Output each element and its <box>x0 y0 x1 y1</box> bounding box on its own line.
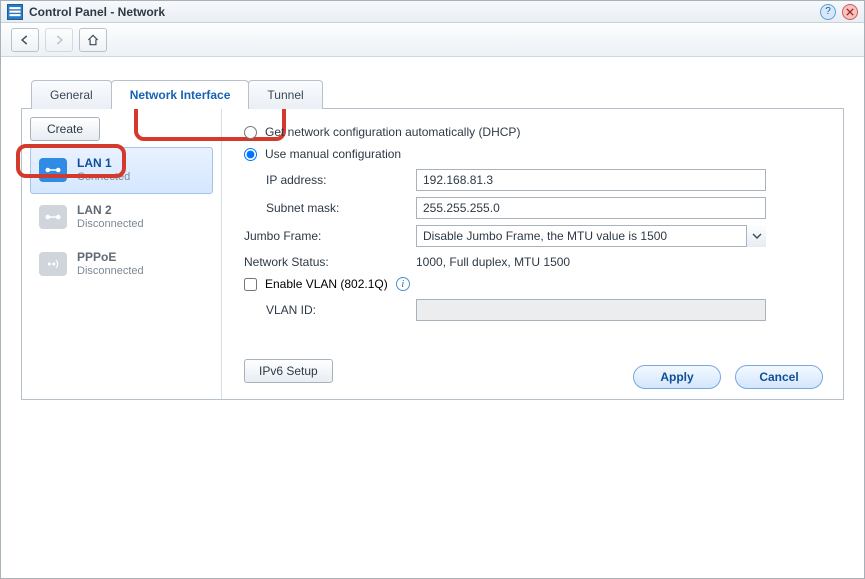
interface-name: PPPoE <box>77 250 144 265</box>
enable-vlan-checkbox[interactable] <box>244 278 257 291</box>
ipv6-setup-button[interactable]: IPv6 Setup <box>244 359 333 383</box>
ip-address-input[interactable] <box>416 169 766 191</box>
interface-text: LAN 2 Disconnected <box>77 203 144 232</box>
left-column: Create LAN 1 Connected <box>22 109 222 399</box>
pppoe-icon <box>39 252 67 276</box>
vlan-id-label: VLAN ID: <box>266 303 416 317</box>
interface-item-lan1[interactable]: LAN 1 Connected <box>30 147 213 194</box>
navbar <box>1 23 864 57</box>
right-column: Get network configuration automatically … <box>222 109 843 399</box>
interface-name: LAN 2 <box>77 203 144 218</box>
radio-manual-input[interactable] <box>244 148 257 161</box>
jumbo-frame-select[interactable]: Disable Jumbo Frame, the MTU value is 15… <box>416 225 766 247</box>
tab-general[interactable]: General <box>31 80 112 109</box>
tab-tunnel[interactable]: Tunnel <box>248 80 322 109</box>
interface-name: LAN 1 <box>77 156 130 171</box>
vlan-id-input <box>416 299 766 321</box>
help-button[interactable]: ? <box>820 4 836 20</box>
jumbo-frame-label: Jumbo Frame: <box>244 229 416 243</box>
titlebar-controls: ? <box>820 4 858 20</box>
jumbo-frame-value: Disable Jumbo Frame, the MTU value is 15… <box>423 229 667 243</box>
create-button[interactable]: Create <box>30 117 100 141</box>
footer-buttons: Apply Cancel <box>633 365 823 389</box>
cancel-button[interactable]: Cancel <box>735 365 823 389</box>
ethernet-icon <box>39 205 67 229</box>
info-icon[interactable]: i <box>396 277 410 291</box>
window: Control Panel - Network ? General Networ… <box>0 0 865 579</box>
radio-dhcp-label: Get network configuration automatically … <box>265 125 520 139</box>
ip-address-label: IP address: <box>266 173 416 187</box>
interface-text: PPPoE Disconnected <box>77 250 144 279</box>
interface-item-lan2[interactable]: LAN 2 Disconnected <box>30 194 213 241</box>
network-status-value: 1000, Full duplex, MTU 1500 <box>416 255 570 269</box>
apply-button[interactable]: Apply <box>633 365 721 389</box>
radio-dhcp[interactable]: Get network configuration automatically … <box>244 125 821 139</box>
tab-label: Network Interface <box>130 88 231 102</box>
titlebar: Control Panel - Network ? <box>1 1 864 23</box>
radio-dhcp-input[interactable] <box>244 126 257 139</box>
chevron-down-icon <box>746 225 766 247</box>
back-button[interactable] <box>11 28 39 52</box>
tab-label: Tunnel <box>267 88 303 102</box>
interface-text: LAN 1 Connected <box>77 156 130 185</box>
home-button[interactable] <box>79 28 107 52</box>
body: General Network Interface Tunnel Create <box>1 57 864 578</box>
interface-item-pppoe[interactable]: PPPoE Disconnected <box>30 241 213 288</box>
radio-manual-label: Use manual configuration <box>265 147 401 161</box>
interface-status: Disconnected <box>77 218 144 232</box>
subnet-mask-label: Subnet mask: <box>266 201 416 215</box>
radio-manual[interactable]: Use manual configuration <box>244 147 821 161</box>
interface-status: Disconnected <box>77 265 144 279</box>
tab-network-interface[interactable]: Network Interface <box>111 80 250 109</box>
tab-label: General <box>50 88 93 102</box>
tabs: General Network Interface Tunnel <box>31 79 844 108</box>
forward-button[interactable] <box>45 28 73 52</box>
subnet-mask-input[interactable] <box>416 197 766 219</box>
ethernet-icon <box>39 158 67 182</box>
interface-status: Connected <box>77 171 130 185</box>
interface-list: LAN 1 Connected LAN 2 Disconnected <box>30 147 213 287</box>
network-status-label: Network Status: <box>244 255 416 269</box>
close-button[interactable] <box>842 4 858 20</box>
enable-vlan-row[interactable]: Enable VLAN (802.1Q) i <box>244 277 821 291</box>
window-title: Control Panel - Network <box>29 5 165 19</box>
app-icon <box>7 4 23 20</box>
enable-vlan-label: Enable VLAN (802.1Q) <box>265 277 388 291</box>
tab-panel: Create LAN 1 Connected <box>21 108 844 400</box>
